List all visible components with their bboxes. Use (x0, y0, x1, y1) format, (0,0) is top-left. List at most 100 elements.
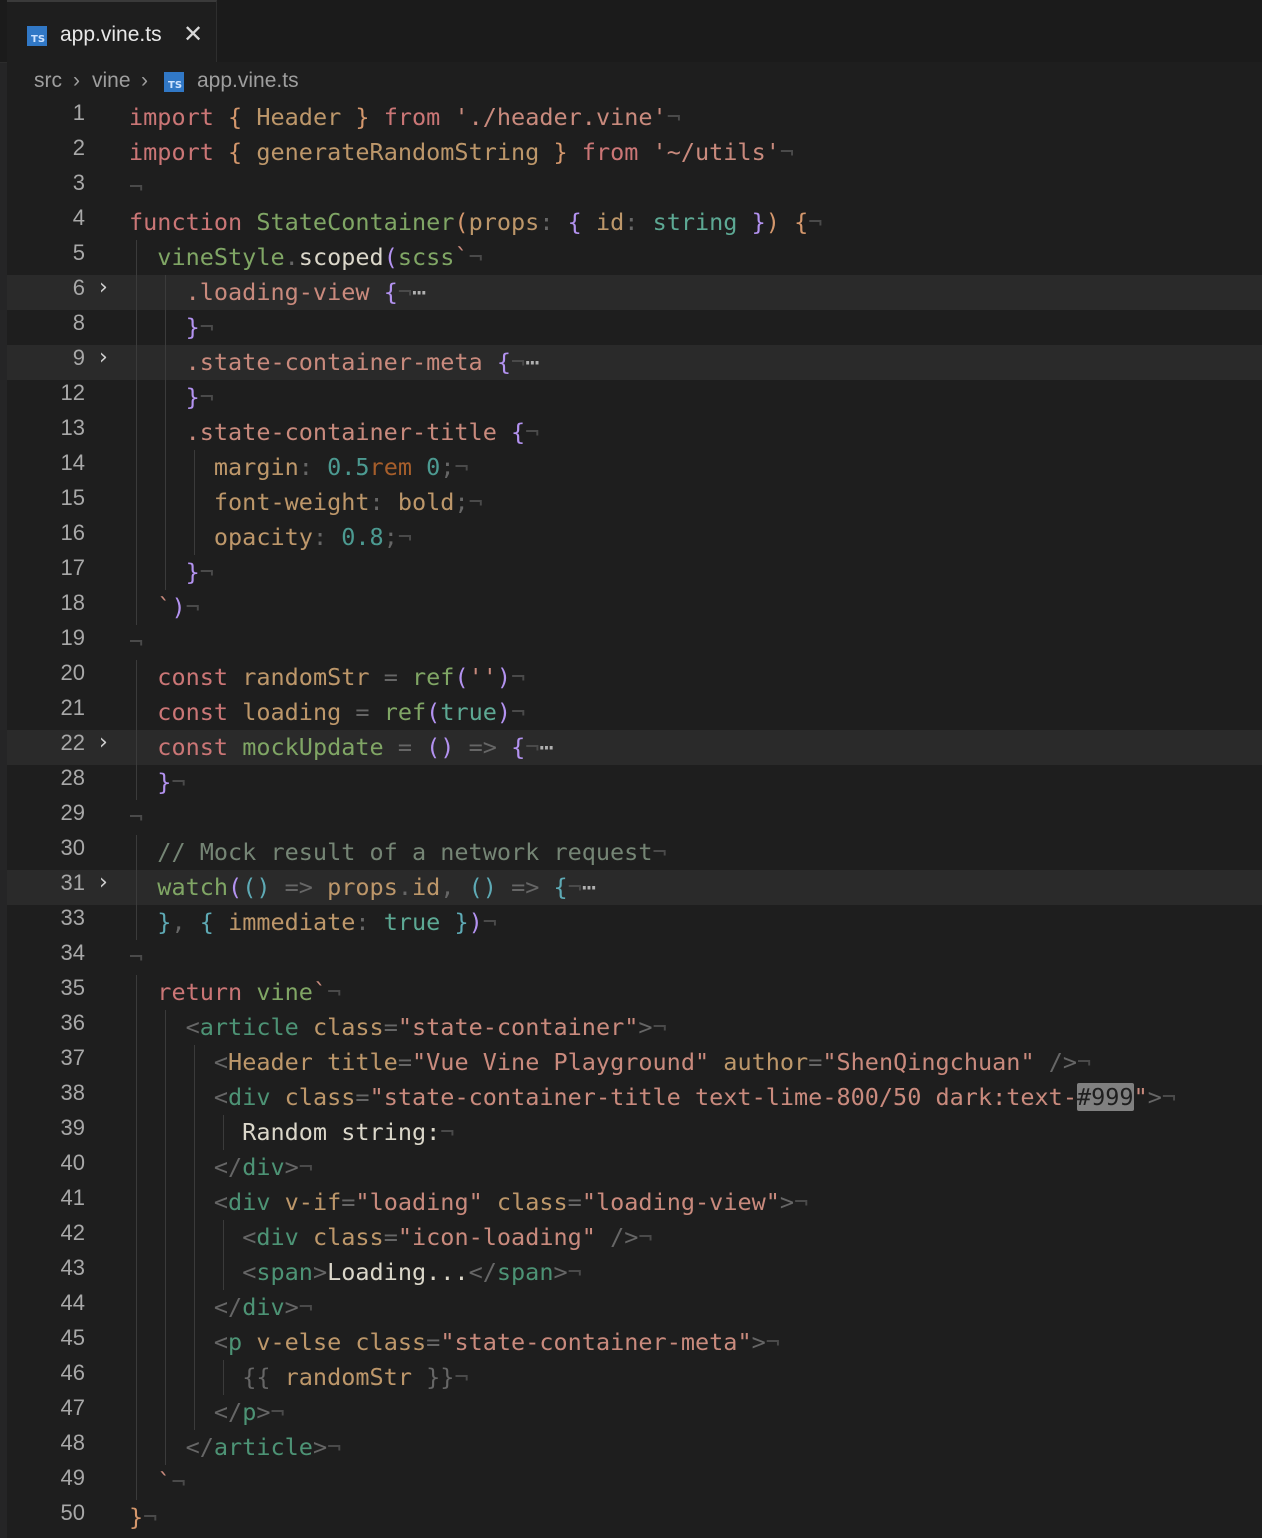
breadcrumb-item-vine[interactable]: vine (92, 69, 131, 93)
code-line[interactable]: 1 import { Header } from './header.vine'¬ (7, 100, 1262, 135)
code-line[interactable]: 33 }, { immediate: true })¬ (7, 905, 1262, 940)
code-line[interactable]: 50}¬ (7, 1500, 1262, 1535)
code-line[interactable]: 6 › .loading-view {¬⋯ (7, 275, 1262, 310)
code-token: = (341, 1188, 356, 1216)
close-icon[interactable]: ✕ (183, 20, 203, 48)
code-line[interactable]: 21 const loading = ref(true)¬ (7, 695, 1262, 730)
code-line[interactable]: 17 }¬ (7, 555, 1262, 590)
line-number: 44 (60, 1290, 85, 1315)
code-line[interactable]: 18 `)¬ (7, 590, 1262, 625)
code-line[interactable]: 37 <Header title="Vue Vine Playground" a… (7, 1045, 1262, 1080)
code-token: Random string: (129, 1118, 441, 1146)
chevron-right-icon[interactable]: › (99, 345, 123, 370)
code-token: } (129, 1503, 144, 1531)
code-line[interactable]: 43 <span>Loading...</span>¬ (7, 1255, 1262, 1290)
tab-app-vine-ts[interactable]: TS app.vine.ts ✕ (7, 0, 217, 62)
folded-ellipsis-icon[interactable]: ⋯ (539, 733, 553, 761)
code-line[interactable]: 15 font-weight: bold;¬ (7, 485, 1262, 520)
code-line[interactable]: 49 `¬ (7, 1465, 1262, 1500)
code-editor[interactable]: src › vine › TS app.vine.ts 1 import { He… (7, 62, 1262, 1538)
code-token: class (312, 1013, 384, 1041)
code-line[interactable]: 29 ¬ (7, 800, 1262, 835)
code-line[interactable]: 40 </div>¬ (7, 1150, 1262, 1185)
code-line[interactable]: 36 <article class="state-container">¬ (7, 1010, 1262, 1045)
code-line[interactable]: 34 ¬ (7, 940, 1262, 975)
code-line[interactable]: 14 margin: 0.5rem 0;¬ (7, 450, 1262, 485)
code-text: ¬ (129, 940, 143, 975)
typescript-file-icon: TS (27, 26, 47, 46)
chevron-right-icon[interactable]: › (99, 730, 123, 755)
code-line[interactable]: 9 › .state-container-meta {¬⋯ (7, 345, 1262, 380)
code-line[interactable]: 5 vineStyle.scoped(scss`¬ (7, 240, 1262, 275)
code-line[interactable]: 28 }¬ (7, 765, 1262, 800)
breadcrumb-item-src[interactable]: src (34, 69, 62, 93)
code-token: div (242, 1153, 285, 1181)
code-token: id (412, 873, 441, 901)
code-token: " (369, 1083, 384, 1111)
folded-ellipsis-icon[interactable]: ⋯ (582, 873, 596, 901)
code-line[interactable]: 39 Random string:¬ (7, 1115, 1262, 1150)
folded-ellipsis-icon[interactable]: ⋯ (412, 278, 426, 306)
code-token: " (1020, 1048, 1035, 1076)
code-line[interactable]: 41 <div v-if="loading" class="loading-vi… (7, 1185, 1262, 1220)
code-line[interactable]: 31 › watch(() => props.id, () => {¬⋯ (7, 870, 1262, 905)
tab-label: app.vine.ts (60, 23, 162, 46)
code-token: class (284, 1083, 356, 1111)
code-line[interactable]: 44 </div>¬ (7, 1290, 1262, 1325)
code-line[interactable]: 35 return vine`¬ (7, 975, 1262, 1010)
code-token: mockUpdate (242, 733, 384, 761)
code-token: = (355, 1083, 370, 1111)
newline-marker: ¬ (454, 1363, 469, 1391)
line-number: 5 (72, 240, 85, 265)
code-text: ¬ (129, 625, 143, 660)
code-line[interactable]: 12 }¬ (7, 380, 1262, 415)
code-line[interactable]: 20 const randomStr = ref('')¬ (7, 660, 1262, 695)
code-line[interactable]: 30 // Mock result of a network request¬ (7, 835, 1262, 870)
code-line[interactable]: 38 <div class="state-container-title tex… (7, 1080, 1262, 1115)
code-line[interactable]: 45 <p v-else class="state-container-meta… (7, 1325, 1262, 1360)
code-line[interactable]: 2 import { generateRandomString } from '~… (7, 135, 1262, 170)
code-line[interactable]: 16 opacity: 0.8;¬ (7, 520, 1262, 555)
code-token: ( (228, 873, 243, 901)
line-number: 13 (60, 415, 85, 440)
code-line[interactable]: 22 › const mockUpdate = () => {¬⋯ (7, 730, 1262, 765)
newline-marker: ¬ (298, 1293, 313, 1321)
code-text: <span>Loading...</span>¬ (129, 1255, 582, 1290)
chevron-right-icon[interactable]: › (99, 275, 123, 300)
code-line[interactable]: 13 .state-container-title {¬ (7, 415, 1262, 450)
code-token: { (228, 103, 243, 131)
code-token: () (426, 733, 455, 761)
code-line[interactable]: 46 {{ randomStr }}¬ (7, 1360, 1262, 1395)
line-number: 20 (60, 660, 85, 685)
line-number: 18 (60, 590, 85, 615)
code-line[interactable]: 4 function StateContainer(props: { id: st… (7, 205, 1262, 240)
code-token: {{ (242, 1363, 271, 1391)
code-lines[interactable]: 1 import { Header } from './header.vine'¬… (7, 100, 1262, 1535)
newline-marker: ¬ (199, 313, 214, 341)
code-line[interactable]: 42 <div class="icon-loading" />¬ (7, 1220, 1262, 1255)
code-line[interactable]: 8 }¬ (7, 310, 1262, 345)
code-token: { (383, 278, 398, 306)
code-token: .loading-view (185, 278, 370, 306)
code-token: </ (185, 1433, 214, 1461)
chevron-right-icon[interactable]: › (99, 870, 123, 895)
line-number: 34 (60, 940, 85, 965)
code-line[interactable]: 3 ¬ (7, 170, 1262, 205)
code-line[interactable]: 48 </article>¬ (7, 1430, 1262, 1465)
folded-ellipsis-icon[interactable]: ⋯ (525, 348, 539, 376)
code-token: } (185, 558, 200, 586)
code-line[interactable]: 47 </p>¬ (7, 1395, 1262, 1430)
code-line[interactable]: 19 ¬ (7, 625, 1262, 660)
code-token: ` (312, 978, 328, 1006)
breadcrumb-item-file[interactable]: app.vine.ts (197, 69, 299, 93)
code-token: < (213, 1188, 229, 1216)
code-token: randomStr (242, 663, 370, 691)
code-token: " (1133, 1083, 1148, 1111)
